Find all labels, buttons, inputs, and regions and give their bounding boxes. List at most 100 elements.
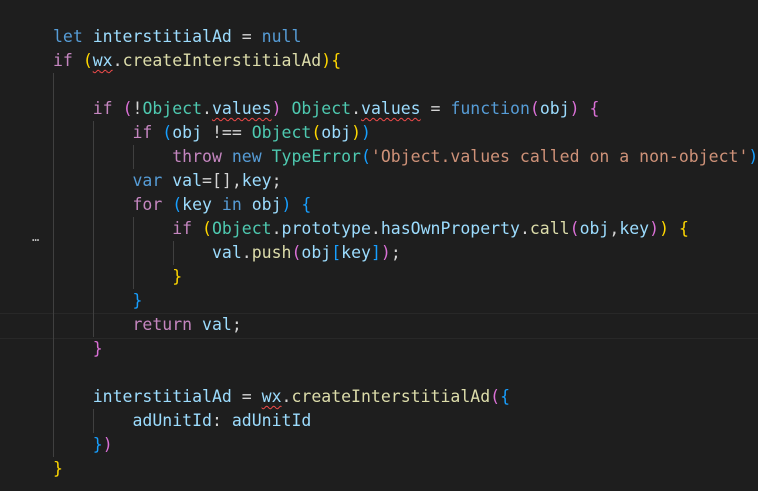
bracket: ( (360, 147, 371, 166)
bracket: ) (351, 123, 362, 142)
identifier: val (172, 171, 203, 190)
punctuation: . (271, 219, 282, 238)
identifier: obj (251, 195, 282, 214)
code-line-7[interactable]: var val=[],key; (53, 169, 282, 193)
code-line-13[interactable]: return val; (53, 313, 241, 337)
bracket: ( (82, 51, 93, 70)
method: createInterstitialAd (291, 387, 491, 406)
identifier: key (241, 171, 272, 190)
bracket: ( (162, 123, 173, 142)
bracket: ) (361, 123, 371, 142)
bracket: { (500, 387, 511, 406)
identifier: key (182, 195, 212, 214)
operator: = (231, 387, 262, 406)
property: adUnitId (132, 411, 212, 430)
bracket: ) (281, 195, 292, 214)
code-line-12[interactable]: } (53, 289, 142, 313)
bracket: { (589, 99, 600, 118)
identifier: key (341, 243, 371, 262)
code-line-10[interactable]: val.push(obj[key]); (53, 241, 401, 265)
operator: = (231, 27, 262, 46)
operator: !== (202, 123, 252, 142)
keyword: function (450, 99, 530, 118)
punctuation: ; (390, 243, 401, 262)
punctuation: . (519, 219, 530, 238)
bracket: { (301, 195, 312, 214)
code-line-6[interactable]: throw new TypeError('Object.values calle… (53, 145, 758, 169)
class-name: Object (211, 219, 272, 238)
bracket: ( (172, 195, 183, 214)
keyword: in (221, 195, 242, 214)
keyword: for (132, 195, 163, 214)
code-line-16[interactable]: interstitialAd = wx.createInterstitialAd… (53, 385, 510, 409)
bracket: ) (569, 99, 580, 118)
bracket: { (678, 219, 689, 238)
operator: = (420, 99, 451, 118)
property-error: values (361, 99, 421, 118)
code-line-14[interactable]: } (53, 337, 103, 361)
bracket: ( (122, 99, 133, 118)
keyword: if (132, 123, 153, 142)
code-line-5[interactable]: if (obj !== Object(obj)) (53, 121, 371, 145)
property: hasOwnProperty (380, 219, 520, 238)
keyword: if (53, 51, 73, 70)
punctuation: ; (271, 171, 282, 190)
identifier: val (211, 243, 242, 262)
punctuation: =[], (202, 171, 242, 190)
bracket: ( (202, 219, 212, 238)
bracket: ] (370, 243, 381, 262)
bracket: ( (291, 243, 302, 262)
identifier: obj (579, 219, 610, 238)
class-name: Object (291, 99, 352, 118)
bracket: ) (380, 243, 391, 262)
bracket: ) (659, 219, 669, 238)
punctuation: . (202, 99, 212, 118)
punctuation: . (112, 51, 123, 70)
method: call (529, 219, 570, 238)
code-line-9[interactable]: if (Object.prototype.hasOwnProperty.call… (53, 217, 689, 241)
bracket: ( (529, 99, 540, 118)
identifier: interstitialAd (92, 27, 232, 46)
identifier-error: wx (92, 51, 113, 70)
keyword: if (92, 99, 113, 118)
bracket: { (331, 51, 342, 70)
identifier: obj (321, 123, 352, 142)
code-line-2[interactable]: if (wx.createInterstitialAd){ (53, 49, 341, 73)
punctuation: , (609, 219, 620, 238)
bracket: } (172, 267, 183, 286)
identifier: key (619, 219, 650, 238)
bracket: } (92, 435, 103, 454)
bracket: ( (311, 123, 322, 142)
class-name: Object (251, 123, 312, 142)
bracket: } (53, 459, 63, 478)
code-line-18[interactable]: }) (53, 433, 113, 457)
bracket: ) (748, 147, 758, 166)
identifier: adUnitId (231, 411, 312, 430)
parameter: obj (539, 99, 570, 118)
code-line-8[interactable]: for (key in obj) { (53, 193, 311, 217)
bracket: ) (102, 435, 113, 454)
code-editor[interactable]: … let interstitialAd = null if (wx.creat… (0, 0, 758, 491)
keyword: throw (172, 147, 222, 166)
identifier: obj (301, 243, 332, 262)
keyword: null (261, 27, 302, 46)
bracket: [ (331, 243, 342, 262)
identifier: val (202, 315, 232, 334)
string-literal: 'Object.values called on a non-object' (370, 147, 749, 166)
punctuation: . (351, 99, 362, 118)
keyword: var (132, 171, 163, 190)
code-line-11[interactable]: } (53, 265, 182, 289)
keyword: if (172, 219, 193, 238)
bracket: ) (649, 219, 660, 238)
folded-region-icon[interactable]: … (32, 230, 46, 244)
code-line-17[interactable]: adUnitId: adUnitId (53, 409, 311, 433)
code-line-1[interactable]: let interstitialAd = null (53, 25, 301, 49)
class-name: TypeError (271, 147, 361, 166)
code-line-4[interactable]: if (!Object.values) Object.values = func… (53, 97, 600, 121)
punctuation: : (211, 411, 232, 430)
punctuation: . (241, 243, 252, 262)
identifier: interstitialAd (92, 387, 232, 406)
code-line-19[interactable]: } (53, 457, 63, 481)
method: createInterstitialAd (122, 51, 322, 70)
keyword: new (231, 147, 262, 166)
